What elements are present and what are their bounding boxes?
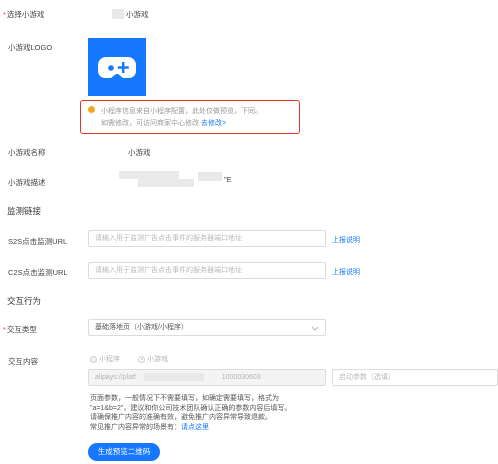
desc-redacted-2 [138,179,194,187]
c2s-url-input[interactable]: 请输入用于监测广告点击事件的服务器端口地址 [88,262,326,279]
notice-text-2: 如需修改，可访问商家中心修改 去修改> [101,120,227,127]
s2s-help-link[interactable]: 上报说明 [332,235,360,245]
radio-circle-selected [138,355,145,363]
radio-circle [90,355,97,363]
radio-miniprogram[interactable]: 小程序 [90,354,120,364]
select-game-label: *选择小游戏 [3,10,45,19]
launch-param-input[interactable]: 启动参数（选填） [332,369,498,386]
path-input: alipays://platf 1000030603 [88,369,326,386]
notice-edit-link[interactable]: 去修改> [201,120,226,127]
name-label: 小游戏名称 [8,148,46,157]
notice-text-1: 小程序信息来自小程序配置，此处仅做预览，下同。 [101,108,262,115]
s2s-url-input[interactable]: 请输入用于监测广告点击事件的服务器端口地址 [88,230,326,247]
gamepad-icon [98,57,136,78]
s2s-label: S2S点击监测URL [8,237,68,246]
help-text: 页面参数，一般情况下不需要填写，如确定需要填写，格式为 "a=1&b=2"，建议… [90,394,291,432]
game-name-redacted [112,9,124,19]
select-game-value[interactable]: 小游戏 [126,9,149,20]
help-line-4: 常见推广内容异常的场景有：请点这里 [90,423,209,431]
interaction-content-label: 交互内容 [8,357,38,366]
c2s-label: C2S点击监测URL [8,268,68,277]
radio-minigame[interactable]: 小游戏 [138,354,168,364]
desc-label: 小游戏描述 [8,178,46,187]
name-value: 小游戏 [128,148,151,157]
desc-redacted [119,171,179,179]
interaction-type-label: *交互类型 [3,325,37,334]
monitor-section-title: 监测链接 [7,206,42,216]
chevron-down-icon [311,326,319,331]
help-line-2: "a=1&b=2"，建议和你公司技术团队确认正确的参数内容后填写。 [90,404,292,412]
game-logo [88,38,146,96]
help-link[interactable]: 请点这里 [181,424,209,431]
path-redacted [143,373,204,382]
path-value: alipays://platf [95,374,136,381]
interaction-type-value: 基础落地页（小游戏/小程序） [95,324,188,331]
generate-qr-button[interactable]: 生成预览二维码 [88,443,160,461]
path-value-tail: 1000030603 [221,374,261,381]
interaction-section-title: 交互行为 [7,296,42,306]
logo-label: 小游戏LOGO [8,43,53,52]
desc-redacted-3 [198,172,222,181]
help-line-1: 页面参数，一般情况下不需要填写，如确定需要填写，格式为 [90,395,279,402]
help-line-3: 请确保推广内容的准确有效，避免推广内容异常导致退款。 [90,414,272,421]
c2s-help-link[interactable]: 上报说明 [332,267,360,277]
desc-value-tail: "E [224,175,232,184]
interaction-type-select[interactable]: 基础落地页（小游戏/小程序） [88,319,326,336]
warning-dot-icon [88,106,95,113]
